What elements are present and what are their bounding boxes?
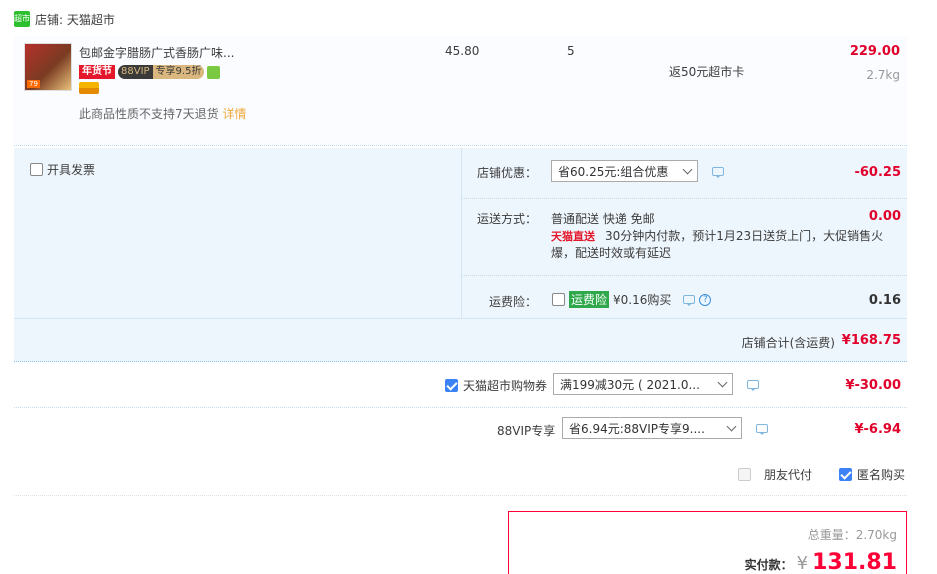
- pay-currency: ¥: [796, 553, 809, 574]
- service-icon: [207, 65, 221, 79]
- discount-select[interactable]: 省60.25元:组合优惠: [551, 160, 698, 182]
- chevron-down-icon: [726, 421, 737, 431]
- vip-label: 88VIP专享: [497, 424, 556, 438]
- insurance-label: 运费险：: [489, 295, 538, 309]
- order-item-row: 79 包邮金字腊肠广式香肠广味... 年货节 88VIP 专享9.5折 此商品性质…: [14, 36, 907, 146]
- invoice-label: 开具发票: [47, 163, 96, 177]
- vip-select[interactable]: 省6.94元:88VIP专享9....: [562, 417, 742, 439]
- tmall-direct-badge: 天猫直送: [551, 230, 595, 243]
- insurance-price: ¥0.16购买: [613, 293, 672, 307]
- shipping-description: 30分钟内付款，预计1月23日送货上门，大促销售火爆，配送时效或有延迟: [551, 229, 884, 260]
- insurance-checkbox[interactable]: [552, 293, 565, 306]
- shipping-desc-block: 天猫直送 30分钟内付款，预计1月23日送货上门，大促销售火爆，配送时效或有延迟: [551, 228, 901, 262]
- coupon-select[interactable]: 满199减30元 ( 2021.0...: [553, 373, 733, 395]
- actual-payment: 实付款： ¥ 131.81: [745, 550, 897, 574]
- shop-name[interactable]: 店铺: 天猫超市: [35, 11, 115, 28]
- vip-amount: ¥-6.94: [854, 422, 901, 437]
- coupon-amount: ¥-30.00: [845, 378, 901, 393]
- shop-total-amount: ¥168.75: [841, 333, 901, 348]
- discount-amount: -60.25: [854, 165, 901, 180]
- return-policy-note: 此商品性质不支持7天退货: [79, 107, 219, 121]
- help-icon[interactable]: ?: [699, 293, 712, 306]
- item-weight: 2.7kg: [866, 68, 900, 82]
- anonymous-checkbox[interactable]: [839, 468, 852, 481]
- chevron-down-icon: [717, 377, 728, 387]
- festival-tag: 年货节: [79, 65, 115, 79]
- vip-select-value: 省6.94元:88VIP专享9....: [569, 421, 705, 436]
- shipping-label: 运送方式：: [477, 212, 538, 226]
- shipping-amount: 0.00: [868, 209, 901, 224]
- insurance-badge: 运费险: [569, 291, 610, 308]
- payment-summary: 总重量：2.70kg 实付款： ¥ 131.81: [508, 511, 907, 574]
- vip-tag: 88VIP: [118, 65, 153, 79]
- message-icon[interactable]: [712, 167, 724, 178]
- invoice-checkbox[interactable]: [30, 163, 43, 176]
- friend-pay-checkbox[interactable]: [738, 468, 751, 481]
- coupon-checkbox[interactable]: [445, 379, 458, 392]
- card-icon: [79, 82, 99, 94]
- shop-total-row: 店铺合计(含运费) ¥168.75: [14, 318, 907, 362]
- vip-discount-row: 88VIP专享 省6.94元:88VIP专享9.... ¥-6.94: [14, 408, 907, 452]
- policy-detail-link[interactable]: 详情: [222, 107, 246, 121]
- product-title[interactable]: 包邮金字腊肠广式香肠广味...: [79, 44, 249, 61]
- delivery-options: 店铺优惠： 省60.25元:组合优惠 -60.25 运送方式： 普通配送 快递 …: [461, 148, 907, 318]
- item-subtotal: 229.00: [849, 44, 900, 59]
- quantity: 5: [567, 44, 575, 58]
- coupon-select-value: 满199减30元 ( 2021.0...: [560, 377, 700, 392]
- anonymous-label: 匿名购买: [857, 468, 906, 482]
- payment-options-row: 朋友代付 匿名购买: [14, 452, 907, 496]
- product-thumbnail[interactable]: 79: [24, 43, 72, 91]
- total-weight-label: 总重量：: [807, 528, 856, 542]
- order-options-panel: 开具发票 店铺优惠： 省60.25元:组合优惠 -60.25 运送方式： 普通配…: [14, 148, 907, 362]
- friend-pay-label: 朋友代付: [764, 468, 813, 482]
- message-icon[interactable]: [683, 295, 696, 306]
- discount-select-value: 省60.25元:组合优惠: [558, 164, 669, 179]
- chevron-down-icon: [682, 164, 693, 174]
- unit-price: 45.80: [445, 44, 480, 58]
- coupon-label: 天猫超市购物券: [463, 379, 548, 393]
- message-icon[interactable]: [756, 424, 768, 435]
- pay-label: 实付款：: [744, 558, 793, 572]
- total-weight: 总重量：2.70kg: [808, 526, 897, 543]
- thumb-price-label: 79: [27, 80, 40, 88]
- shop-header: 超市 店铺: 天猫超市: [14, 9, 115, 29]
- shop-total-label: 店铺合计(含运费): [741, 336, 835, 350]
- supermarket-icon: 超市: [14, 11, 30, 27]
- discount-label: 店铺优惠：: [477, 166, 538, 180]
- coupon-row: 天猫超市购物券 满199减30元 ( 2021.0... ¥-30.00: [14, 364, 907, 408]
- pay-amount: 131.81: [812, 550, 897, 574]
- insurance-amount: 0.16: [868, 293, 901, 308]
- total-weight-value: 2.70kg: [855, 528, 897, 542]
- rebate-text: 返50元超市卡: [669, 65, 745, 79]
- shipping-method: 普通配送 快递 免邮: [551, 212, 655, 226]
- message-icon[interactable]: [747, 380, 759, 391]
- vip-discount-tag: 专享9.5折: [152, 65, 205, 79]
